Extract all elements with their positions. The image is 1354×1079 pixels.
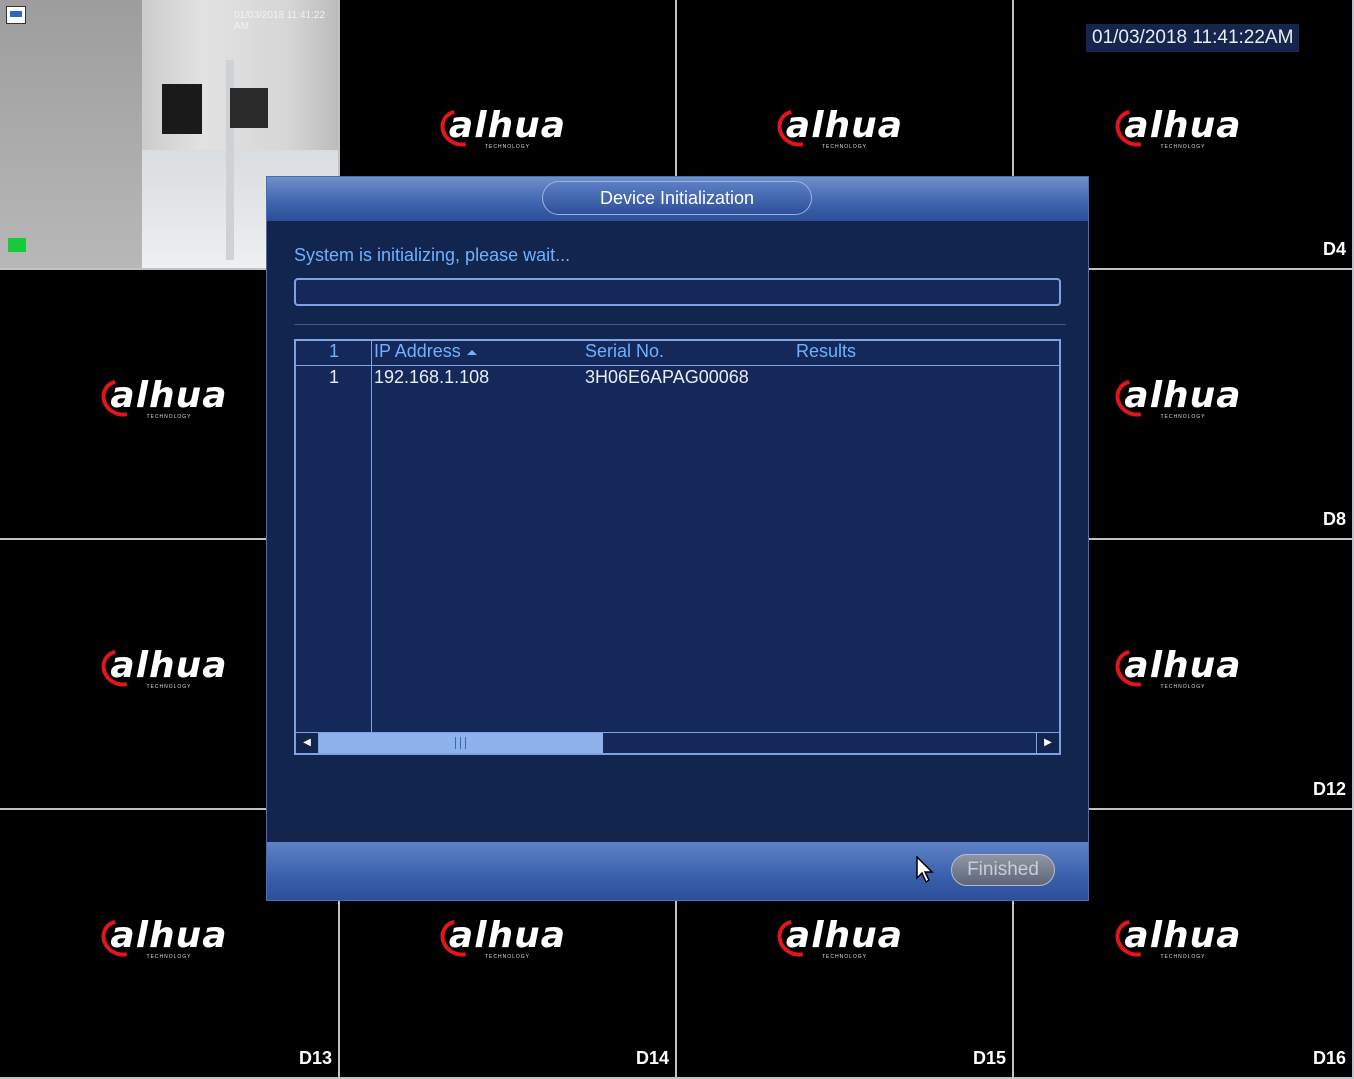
scroll-right-icon[interactable]: ▶	[1036, 733, 1059, 753]
dahua-logo: alhuaTECHNOLOGY	[433, 911, 574, 966]
feed-timestamp: 01/03/2018 11:41:22 AM	[234, 10, 326, 32]
channel-label: D12	[1312, 779, 1346, 799]
scroll-left-icon[interactable]: ◀	[296, 733, 319, 753]
dahua-logo: alhuaTECHNOLOGY	[433, 102, 574, 156]
row-ip-address: 192.168.1.108	[374, 367, 490, 387]
dialog-title: Device Initialization	[542, 181, 812, 215]
sort-ascending-icon	[466, 349, 477, 355]
table-header: 1 IP Address Serial No. Results	[296, 341, 1059, 366]
channel-label: D8	[1322, 509, 1346, 529]
logo-text: alhua	[1124, 914, 1242, 956]
column-header-serial[interactable]: Serial No.	[585, 341, 664, 362]
logo-tagline: TECHNOLOGY	[1160, 953, 1206, 960]
dahua-logo: alhuaTECHNOLOGY	[94, 372, 235, 426]
feed-object	[162, 84, 202, 134]
logo-tagline: TECHNOLOGY	[1160, 144, 1206, 150]
dahua-logo: alhuaTECHNOLOGY	[94, 911, 235, 966]
logo-text: alhua	[785, 914, 904, 956]
progress-bar	[294, 278, 1061, 306]
grip-icon	[455, 737, 467, 749]
dahua-logo: alhuaTECHNOLOGY	[94, 642, 235, 696]
column-header-ip-label: IP Address	[374, 341, 461, 361]
channel-label: D14	[635, 1048, 669, 1068]
feed-wall	[0, 0, 142, 268]
row-serial: 3H06E6APAG00068	[585, 367, 749, 387]
channel-label: D15	[972, 1048, 1006, 1068]
column-header-ip-address[interactable]: IP Address	[374, 341, 477, 362]
divider	[294, 324, 1066, 325]
logo-tagline: TECHNOLOGY	[484, 953, 530, 960]
logo-text: alhua	[448, 914, 567, 956]
table-row[interactable]: 1 192.168.1.108 3H06E6APAG00068	[296, 367, 1059, 391]
device-initialization-dialog: Device Initialization System is initiali…	[267, 177, 1088, 900]
logo-text: alhua	[110, 645, 228, 686]
horizontal-scrollbar[interactable]: ◀ ▶	[296, 732, 1059, 753]
dahua-logo: alhuaTECHNOLOGY	[770, 911, 911, 966]
dahua-logo: alhuaTECHNOLOGY	[770, 102, 911, 156]
dialog-header: Device Initialization	[267, 177, 1088, 221]
channel-label: D4	[1322, 239, 1346, 259]
logo-text: alhua	[1124, 105, 1242, 146]
network-icon	[6, 6, 26, 24]
logo-text: alhua	[1124, 645, 1242, 686]
logo-tagline: TECHNOLOGY	[821, 144, 867, 150]
logo-tagline: TECHNOLOGY	[1160, 684, 1206, 690]
recording-icon	[8, 238, 26, 252]
device-table: 1 IP Address Serial No. Results 1 192.16…	[294, 339, 1061, 755]
column-header-number[interactable]: 1	[296, 341, 372, 362]
logo-tagline: TECHNOLOGY	[484, 144, 530, 150]
logo-tagline: TECHNOLOGY	[146, 953, 192, 960]
logo-tagline: TECHNOLOGY	[146, 414, 192, 420]
scrollbar-thumb[interactable]	[319, 733, 603, 753]
logo-tagline: TECHNOLOGY	[1160, 414, 1206, 420]
dahua-logo: alhuaTECHNOLOGY	[1108, 102, 1249, 156]
logo-text: alhua	[110, 375, 228, 416]
logo-text: alhua	[110, 914, 228, 956]
logo-text: alhua	[785, 105, 904, 146]
finished-button[interactable]: Finished	[951, 854, 1055, 886]
feed-object	[230, 88, 268, 128]
row-number: 1	[328, 367, 339, 387]
channel-label: D16	[1312, 1048, 1346, 1068]
status-message: System is initializing, please wait...	[294, 245, 571, 265]
dialog-footer: Finished	[267, 842, 1088, 900]
channel-label: D13	[298, 1048, 332, 1068]
logo-tagline: TECHNOLOGY	[146, 684, 192, 690]
mouse-cursor-icon	[916, 856, 934, 884]
logo-text: alhua	[448, 105, 567, 146]
column-divider	[371, 341, 372, 733]
dahua-logo: alhuaTECHNOLOGY	[1108, 372, 1249, 426]
dahua-logo: alhuaTECHNOLOGY	[1108, 911, 1249, 966]
logo-tagline: TECHNOLOGY	[821, 953, 867, 960]
logo-text: alhua	[1124, 375, 1242, 416]
column-header-results[interactable]: Results	[796, 341, 856, 362]
dahua-logo: alhuaTECHNOLOGY	[1108, 642, 1249, 696]
system-clock: 01/03/2018 11:41:22AM	[1086, 24, 1300, 52]
